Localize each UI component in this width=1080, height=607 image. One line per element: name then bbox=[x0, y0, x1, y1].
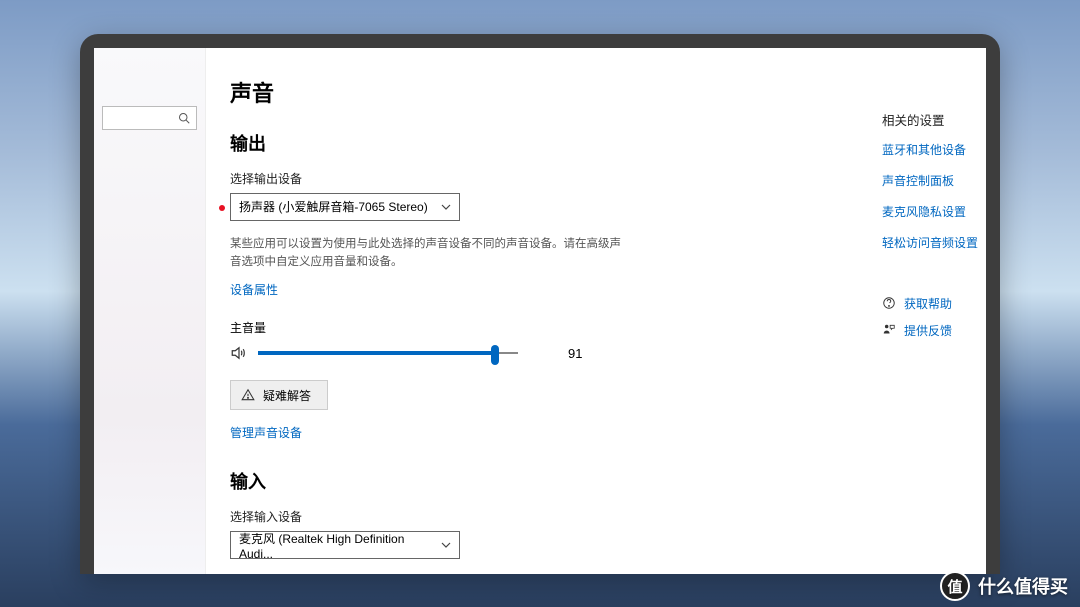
settings-sidebar bbox=[94, 48, 206, 574]
output-device-properties-link[interactable]: 设备属性 bbox=[230, 281, 278, 298]
slider-fill bbox=[258, 351, 495, 355]
watermark-text: 什么值得买 bbox=[978, 573, 1068, 599]
troubleshoot-button[interactable]: 疑难解答 bbox=[230, 380, 328, 410]
search-icon bbox=[178, 112, 190, 124]
get-help-label: 获取帮助 bbox=[904, 295, 952, 312]
chevron-down-icon bbox=[441, 540, 451, 550]
page-title: 声音 bbox=[230, 76, 882, 108]
feedback-icon bbox=[882, 323, 896, 337]
related-link-bluetooth[interactable]: 蓝牙和其他设备 bbox=[882, 141, 986, 158]
get-help-link[interactable]: 获取帮助 bbox=[882, 295, 986, 312]
master-volume-label: 主音量 bbox=[230, 319, 882, 336]
volume-slider[interactable] bbox=[258, 352, 518, 354]
related-link-mic-privacy[interactable]: 麦克风隐私设置 bbox=[882, 203, 986, 220]
input-device-dropdown[interactable]: 麦克风 (Realtek High Definition Audi... bbox=[230, 531, 460, 559]
troubleshoot-label: 疑难解答 bbox=[263, 387, 311, 404]
output-description: 某些应用可以设置为使用与此处选择的声音设备不同的声音设备。请在高级声音选项中自定… bbox=[230, 235, 630, 272]
slider-thumb[interactable] bbox=[491, 345, 499, 365]
related-settings-panel: 相关的设置 蓝牙和其他设备 声音控制面板 麦克风隐私设置 轻松访问音频设置 获取… bbox=[882, 48, 986, 574]
related-heading: 相关的设置 bbox=[882, 110, 986, 129]
help-icon bbox=[882, 296, 896, 310]
watermark: 值 什么值得买 bbox=[940, 571, 1068, 601]
laptop-frame: 声音 输出 选择输出设备 扬声器 (小爱触屏音箱-7065 Stereo) 某些… bbox=[80, 34, 1000, 574]
manage-sound-devices-link[interactable]: 管理声音设备 bbox=[230, 424, 302, 441]
input-device-selected: 麦克风 (Realtek High Definition Audi... bbox=[239, 530, 441, 561]
screen: 声音 输出 选择输出设备 扬声器 (小爱触屏音箱-7065 Stereo) 某些… bbox=[94, 48, 986, 574]
warning-icon bbox=[241, 388, 255, 402]
related-link-ease-audio[interactable]: 轻松访问音频设置 bbox=[882, 234, 986, 251]
watermark-logo-icon: 值 bbox=[940, 571, 970, 601]
give-feedback-label: 提供反馈 bbox=[904, 322, 952, 339]
output-device-dropdown[interactable]: 扬声器 (小爱触屏音箱-7065 Stereo) bbox=[230, 193, 460, 221]
chevron-down-icon bbox=[441, 202, 451, 212]
alert-dot-icon bbox=[219, 205, 225, 211]
speaker-icon bbox=[230, 344, 248, 362]
related-link-sound-panel[interactable]: 声音控制面板 bbox=[882, 172, 986, 189]
input-heading: 输入 bbox=[230, 468, 882, 494]
output-device-selected: 扬声器 (小爱触屏音箱-7065 Stereo) bbox=[239, 198, 428, 215]
output-heading: 输出 bbox=[230, 130, 882, 156]
main-content: 声音 输出 选择输出设备 扬声器 (小爱触屏音箱-7065 Stereo) 某些… bbox=[206, 48, 882, 574]
output-device-label: 选择输出设备 bbox=[230, 170, 882, 187]
volume-row: 91 bbox=[230, 344, 882, 362]
give-feedback-link[interactable]: 提供反馈 bbox=[882, 322, 986, 339]
input-device-label: 选择输入设备 bbox=[230, 508, 882, 525]
volume-value: 91 bbox=[568, 346, 582, 361]
search-input[interactable] bbox=[102, 106, 197, 130]
